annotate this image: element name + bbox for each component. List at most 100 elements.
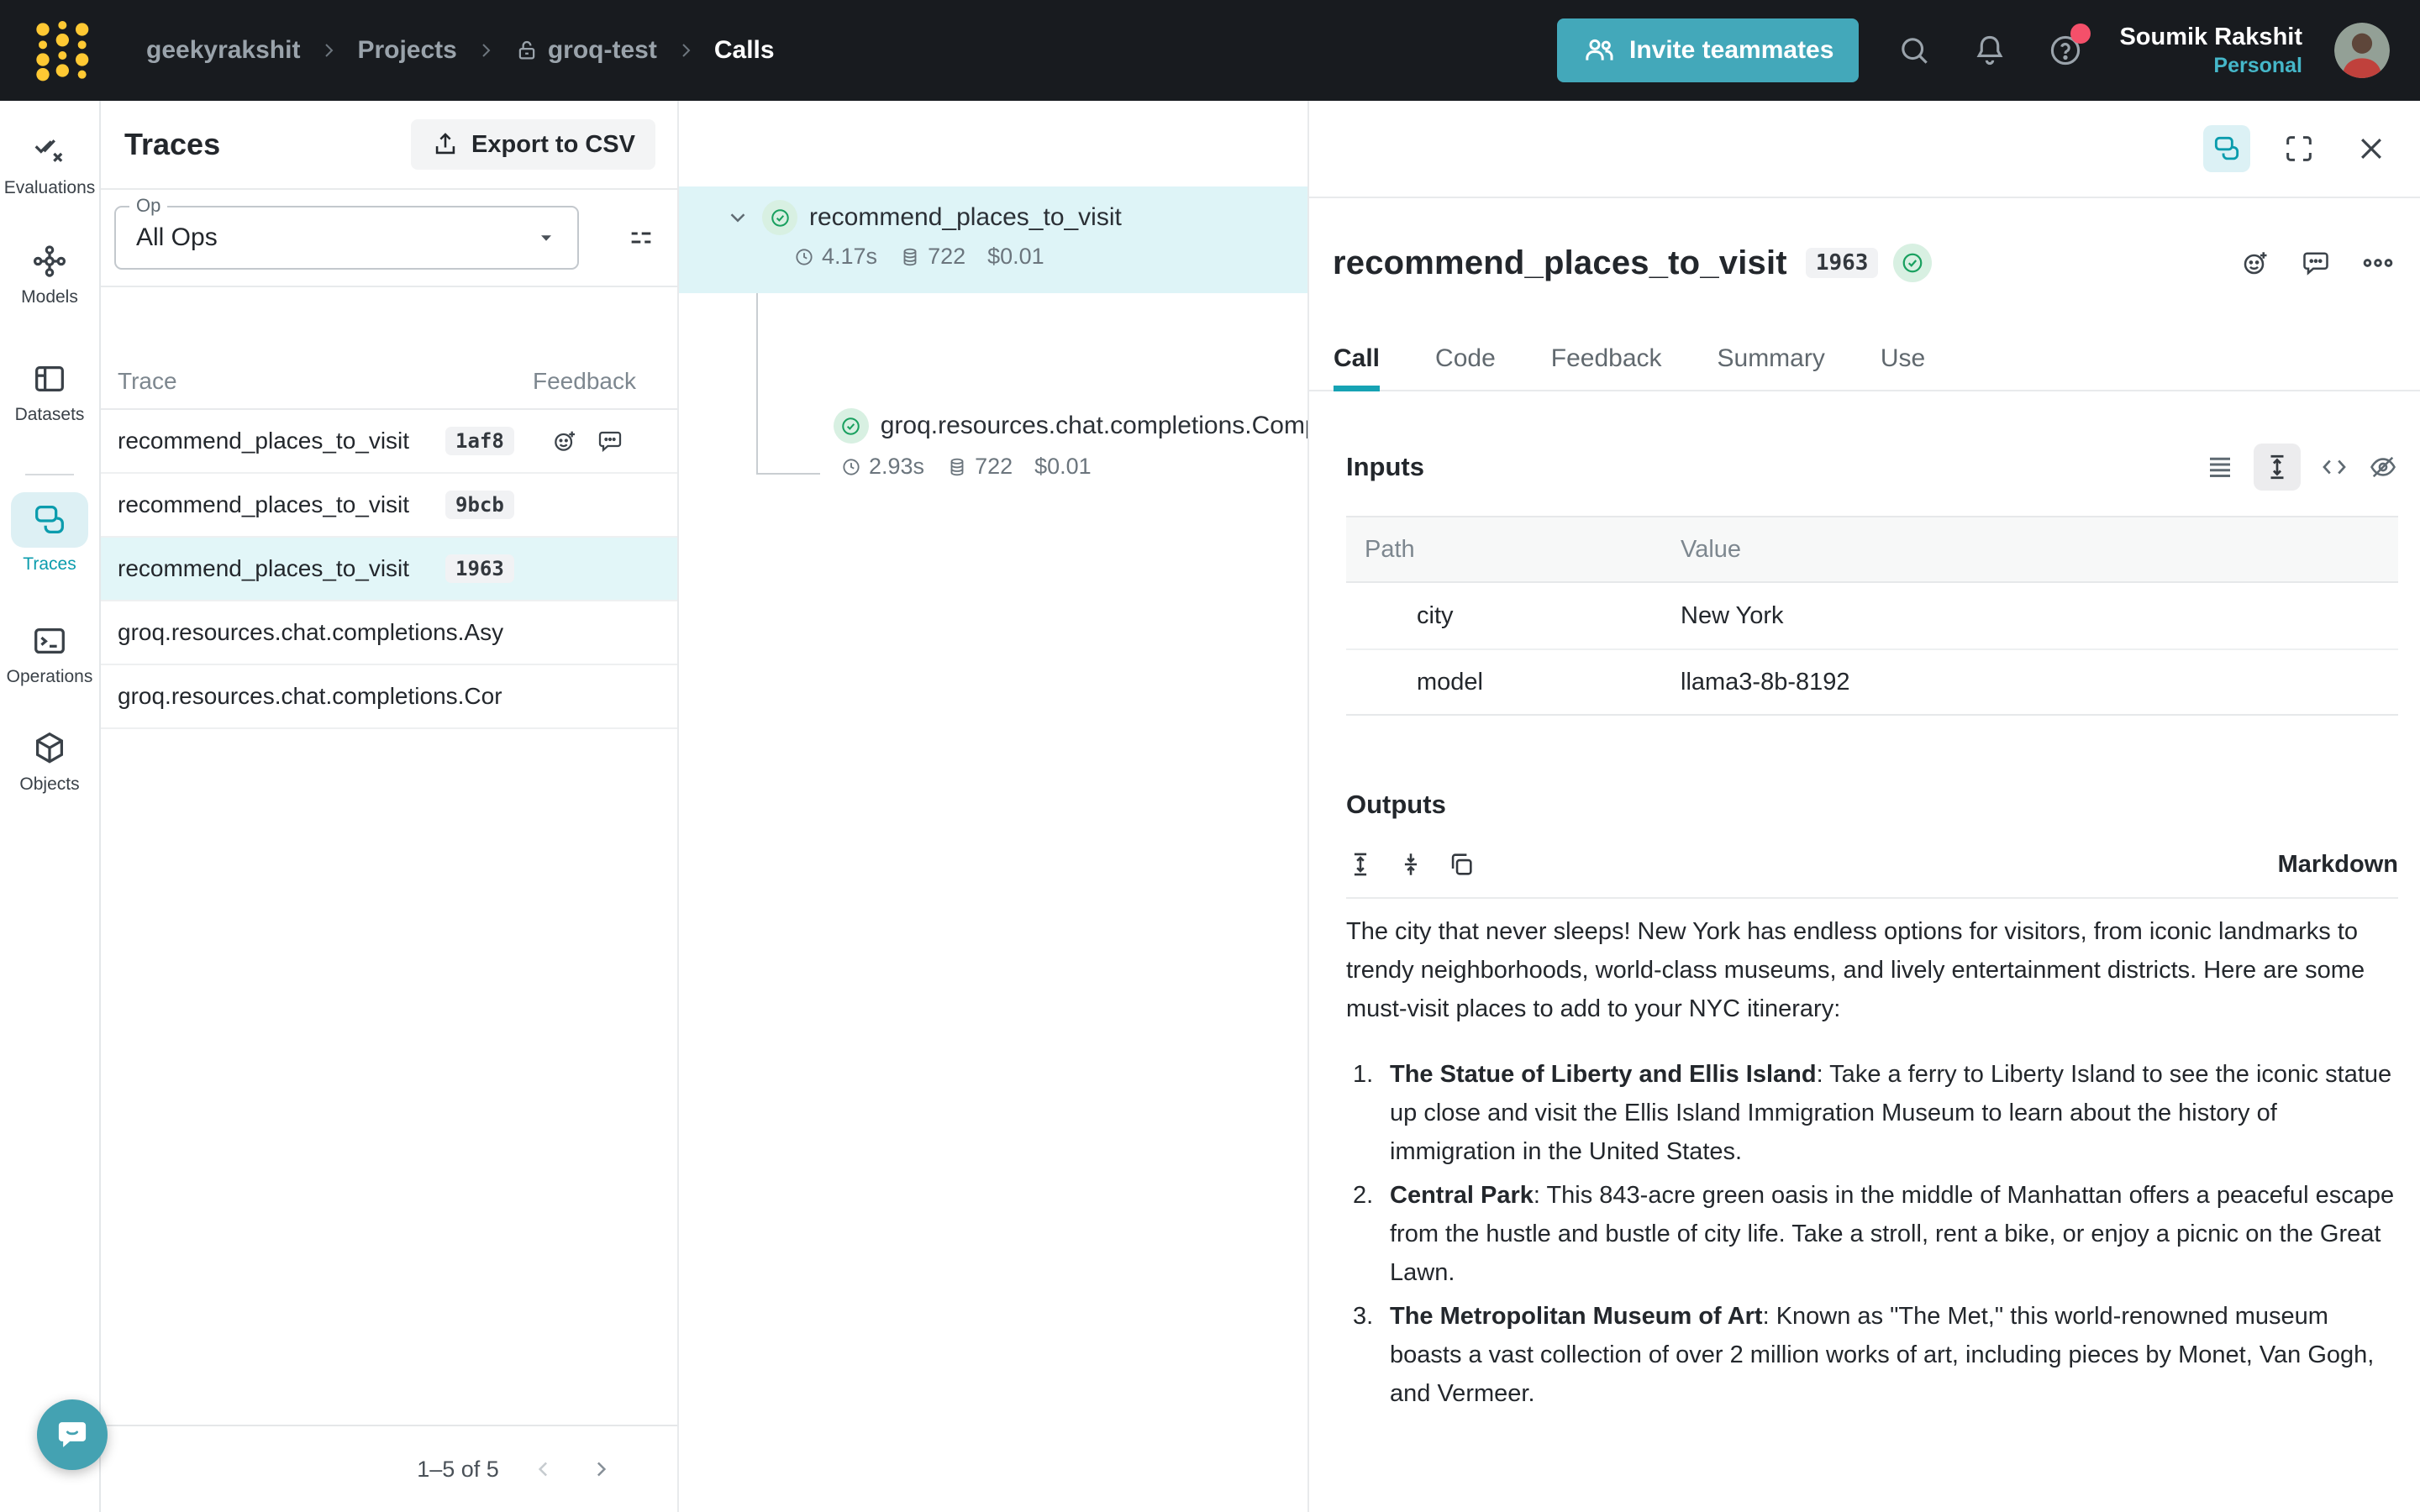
column-header-value: Value <box>1681 536 1741 564</box>
call-detail-panel: recommend_places_to_visit 1963 <box>1307 101 2420 1512</box>
call-title: recommend_places_to_visit <box>1333 244 1787 282</box>
sidebar-item-label: Datasets <box>15 405 85 425</box>
avatar[interactable] <box>2334 23 2390 78</box>
chevron-right-icon <box>318 40 339 60</box>
user-name: Soumik Rakshit <box>2119 22 2302 52</box>
comment-icon[interactable] <box>597 428 623 454</box>
tokens-value: 722 <box>928 244 965 270</box>
detail-toolbar <box>1309 101 2420 198</box>
add-reaction-icon[interactable] <box>2240 248 2270 278</box>
table-row[interactable]: groq.resources.chat.completions.Cor <box>101 665 677 729</box>
column-settings-icon[interactable] <box>627 223 655 252</box>
more-options-icon[interactable] <box>2361 246 2395 280</box>
tokens-icon <box>946 456 968 478</box>
tab-code[interactable]: Code <box>1435 328 1496 390</box>
previous-page-icon[interactable] <box>531 1457 556 1482</box>
sidebar-item-operations[interactable]: Operations <box>7 622 93 687</box>
hide-values-icon[interactable] <box>2368 452 2398 482</box>
chevron-right-icon <box>676 40 696 60</box>
input-row[interactable]: city New York <box>1346 583 2398 648</box>
trace-id-chip: 9bcb <box>445 491 514 519</box>
list-item-text: : This 843-acre green oasis in the middl… <box>1390 1182 2394 1286</box>
input-row[interactable]: model llama3-8b-8192 <box>1346 648 2398 714</box>
sidebar-item-label: Evaluations <box>4 178 96 198</box>
tree-view-toggle-icon[interactable] <box>2203 125 2250 172</box>
export-csv-button[interactable]: Export to CSV <box>411 119 655 170</box>
pagination: 1–5 of 5 <box>101 1425 677 1512</box>
table-row[interactable]: groq.resources.chat.completions.Asy <box>101 601 677 665</box>
tree-node-root[interactable]: recommend_places_to_visit 4.17s 722 $0.0… <box>679 186 1307 293</box>
outputs-heading: Outputs <box>1346 790 1446 820</box>
tokens-icon <box>899 246 921 268</box>
close-icon[interactable] <box>2348 125 2395 172</box>
code-view-icon[interactable] <box>2319 452 2349 482</box>
output-list-item: The Metropolitan Museum of Art: Known as… <box>1346 1297 2407 1413</box>
success-check-icon <box>1893 244 1932 282</box>
sidebar-item-objects[interactable]: Objects <box>19 729 79 795</box>
bell-icon[interactable] <box>1970 30 2010 71</box>
breadcrumb-project[interactable]: groq-test <box>514 36 657 65</box>
breadcrumb-projects[interactable]: Projects <box>357 36 456 65</box>
clock-icon <box>840 456 862 478</box>
trace-id-chip: 1963 <box>445 554 514 583</box>
column-header-trace: Trace <box>118 368 533 395</box>
op-filter-select[interactable]: Op All Ops <box>114 206 579 270</box>
sidebar-item-evaluations[interactable]: Evaluations <box>4 133 96 198</box>
lock-icon <box>514 38 539 63</box>
list-view-icon[interactable] <box>2205 452 2235 482</box>
output-intro-paragraph: The city that never sleeps! New York has… <box>1346 912 2415 1028</box>
success-check-icon <box>762 200 797 235</box>
table-row[interactable]: recommend_places_to_visit 9bcb <box>101 474 677 538</box>
sidebar-item-label: Traces <box>23 554 76 575</box>
traces-icon <box>30 501 69 539</box>
copy-icon[interactable] <box>1447 850 1476 879</box>
sidebar-item-label: Operations <box>7 667 93 687</box>
comment-icon[interactable] <box>2301 248 2331 278</box>
input-value: llama3-8b-8192 <box>1681 669 1850 696</box>
output-format-label[interactable]: Markdown <box>2278 851 2398 879</box>
collapse-output-icon[interactable] <box>1397 850 1425 879</box>
trace-name: recommend_places_to_visit <box>118 555 445 582</box>
invite-teammates-button[interactable]: Invite teammates <box>1557 18 1859 82</box>
tab-call[interactable]: Call <box>1334 328 1380 390</box>
breadcrumb-account[interactable]: geekyrakshit <box>146 36 300 65</box>
traces-table: Trace Feedback recommend_places_to_visit… <box>101 287 677 729</box>
next-page-icon[interactable] <box>588 1457 613 1482</box>
left-sidebar: Evaluations Models Datasets <box>0 101 101 1512</box>
fullscreen-icon[interactable] <box>2275 125 2323 172</box>
sidebar-item-models[interactable]: Models <box>21 242 78 307</box>
user-workspace: Personal <box>2119 53 2302 79</box>
sidebar-item-label: Models <box>21 287 78 307</box>
chevron-down-icon[interactable] <box>725 205 750 230</box>
op-filter-label: Op <box>129 195 167 217</box>
help-icon[interactable] <box>2045 30 2086 71</box>
output-list: The Statue of Liberty and Ellis Island: … <box>1346 1055 2407 1413</box>
traces-panel: Traces Export to CSV Op All Ops Trace <box>101 101 677 1512</box>
notification-dot <box>2070 24 2091 44</box>
traces-panel-title: Traces <box>124 127 220 162</box>
sidebar-item-traces[interactable]: Traces <box>11 492 88 575</box>
add-reaction-icon[interactable] <box>551 428 578 454</box>
clock-icon <box>793 246 815 268</box>
call-tab-content: Inputs <box>1309 391 2420 1512</box>
wandb-logo-icon[interactable] <box>30 17 97 84</box>
sidebar-item-datasets[interactable]: Datasets <box>15 360 85 425</box>
success-check-icon <box>834 408 869 444</box>
search-icon[interactable] <box>1894 30 1934 71</box>
detail-tabs: Call Code Feedback Summary Use <box>1309 328 2420 391</box>
cost-value: $0.01 <box>1034 454 1092 480</box>
table-row[interactable]: recommend_places_to_visit 1af8 <box>101 410 677 474</box>
expand-output-icon[interactable] <box>1346 850 1375 879</box>
tree-node-child[interactable]: groq.resources.chat.completions.Complet … <box>679 400 1307 509</box>
expand-values-icon[interactable] <box>2254 444 2301 491</box>
table-row-selected[interactable]: recommend_places_to_visit 1963 <box>101 538 677 601</box>
support-chat-button[interactable] <box>37 1399 108 1470</box>
op-filter-value: All Ops <box>136 223 218 252</box>
people-icon <box>1582 34 1616 67</box>
tab-feedback[interactable]: Feedback <box>1551 328 1662 390</box>
tab-use[interactable]: Use <box>1881 328 1925 390</box>
sidebar-divider <box>25 474 74 475</box>
tab-summary[interactable]: Summary <box>1718 328 1825 390</box>
datasets-icon <box>30 360 69 398</box>
user-block[interactable]: Soumik Rakshit Personal <box>2119 22 2302 79</box>
